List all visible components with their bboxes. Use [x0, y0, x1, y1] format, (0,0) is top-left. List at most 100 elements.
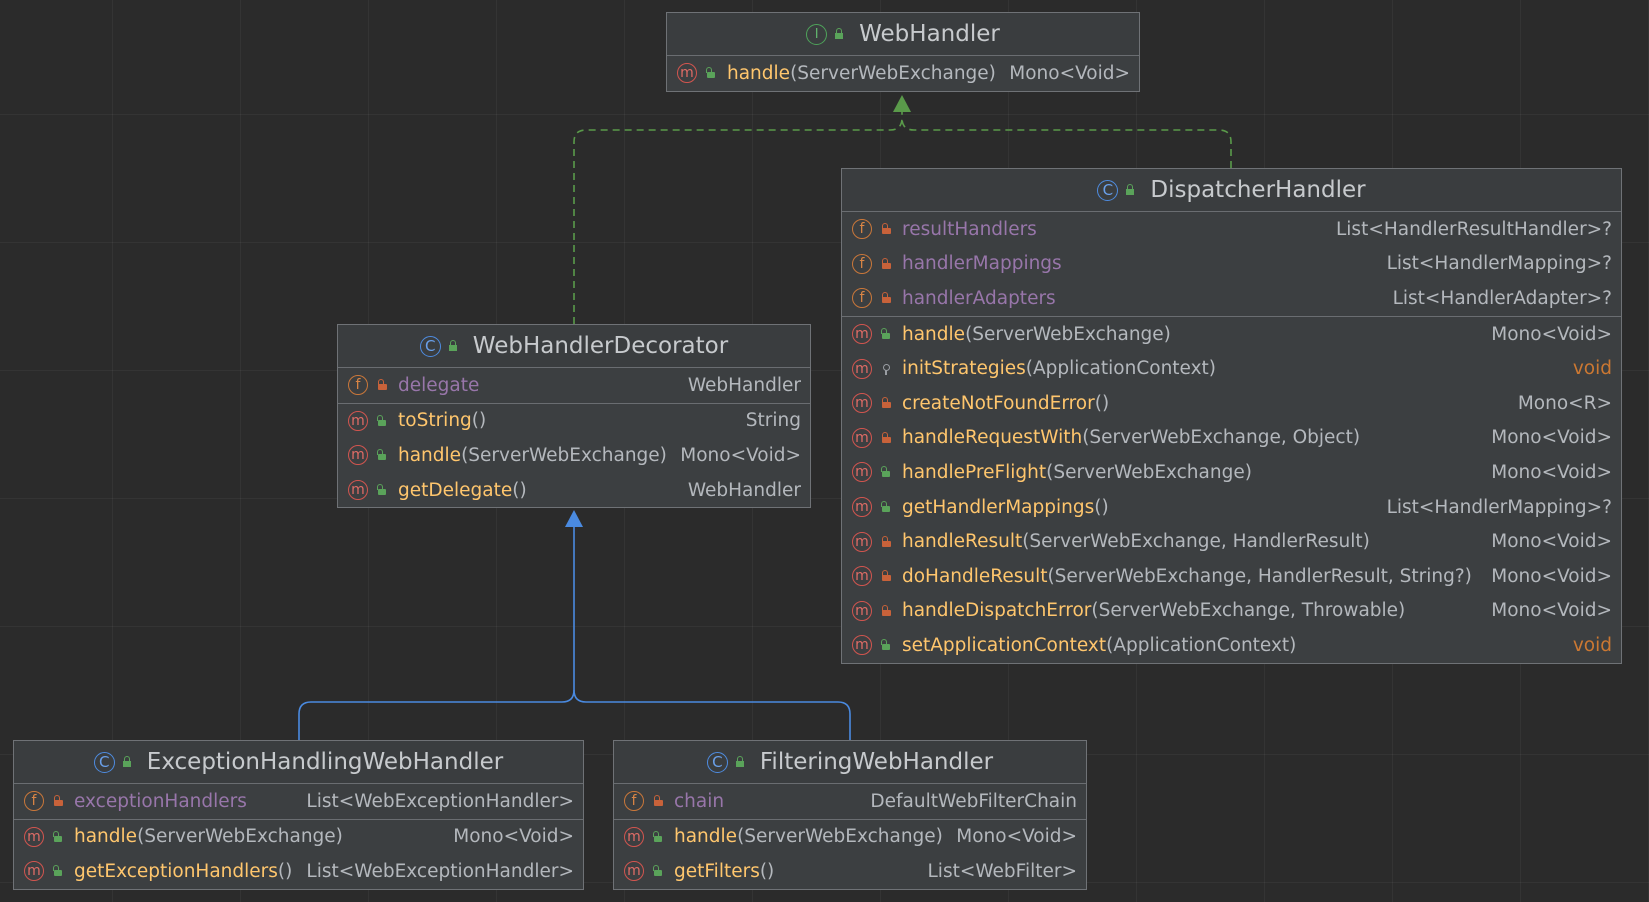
method-icon: m — [852, 600, 872, 621]
member-row[interactable]: m initStrategies (ApplicationContext) vo… — [842, 351, 1621, 386]
public-icon — [880, 501, 892, 513]
class-icon: C — [706, 751, 728, 773]
field-name: delegate — [398, 374, 480, 396]
method-params: () — [277, 860, 293, 882]
methods-section: m handle (ServerWebExchange) Mono<Void> … — [614, 820, 1086, 889]
method-icon: m — [624, 826, 644, 847]
member-row[interactable]: m getDelegate () WebHandler — [338, 473, 810, 508]
member-type: List<WebExceptionHandler> — [306, 790, 574, 812]
member-type: Mono<Void> — [1009, 62, 1130, 84]
method-name: getFilters — [674, 860, 760, 882]
member-type: Mono<Void> — [680, 444, 801, 466]
member-row[interactable]: m handle (ServerWebExchange) Mono<Void> — [842, 317, 1621, 352]
member-row[interactable]: m getExceptionHandlers () List<WebExcept… — [14, 854, 583, 889]
member-row[interactable]: m doHandleResult (ServerWebExchange, Han… — [842, 559, 1621, 594]
member-row[interactable]: m getFilters () List<WebFilter> — [614, 854, 1086, 889]
node-header: C WebHandlerDecorator — [338, 325, 810, 368]
method-params: (ApplicationContext) — [1025, 358, 1217, 380]
node-title: FilteringWebHandler — [759, 749, 994, 775]
realization-edge-dispatcher-webhandler — [901, 117, 1232, 168]
member-type: List<HandlerMapping>? — [1386, 496, 1612, 518]
member-row[interactable]: f delegate WebHandler — [338, 368, 810, 403]
member-row[interactable]: m handleRequestWith (ServerWebExchange, … — [842, 421, 1621, 456]
method-params: () — [471, 410, 487, 432]
member-row[interactable]: m handle (ServerWebExchange) Mono<Void> — [14, 820, 583, 855]
member-row[interactable]: f handlerMappings List<HandlerMapping>? — [842, 247, 1621, 282]
dispatcher-node[interactable]: C DispatcherHandler f resultHandlers Lis… — [841, 168, 1622, 664]
member-type: List<WebExceptionHandler> — [306, 860, 574, 882]
method-name: handle — [902, 323, 966, 345]
method-name: initStrategies — [902, 358, 1026, 380]
public-icon — [705, 67, 717, 79]
member-row[interactable]: f chain DefaultWebFilterChain — [614, 784, 1086, 819]
method-params: () — [759, 860, 775, 882]
field-icon: f — [624, 791, 644, 812]
private-icon — [880, 223, 892, 235]
method-params: (ServerWebExchange) — [461, 444, 667, 466]
private-icon — [880, 431, 892, 444]
method-name: handleDispatchError — [902, 600, 1092, 622]
member-type: Mono<Void> — [1491, 600, 1612, 622]
methods-section: m handle (ServerWebExchange) Mono<Void> … — [842, 317, 1621, 663]
member-type: DefaultWebFilterChain — [870, 790, 1077, 812]
class-icon: C — [1097, 179, 1119, 201]
member-row[interactable]: m handleResult (ServerWebExchange, Handl… — [842, 524, 1621, 559]
method-name: doHandleResult — [902, 565, 1048, 587]
method-params: (ServerWebExchange, Object) — [1082, 427, 1361, 449]
inheritance-arrowhead — [565, 510, 583, 527]
member-type: void — [1572, 634, 1612, 656]
method-params: (ServerWebExchange) — [965, 323, 1171, 345]
method-params: () — [1094, 392, 1110, 414]
private-icon — [652, 795, 664, 807]
method-name: handle — [674, 826, 738, 848]
member-row[interactable]: f resultHandlers List<HandlerResultHandl… — [842, 212, 1621, 247]
field-name: exceptionHandlers — [74, 790, 247, 812]
node-title: WebHandlerDecorator — [472, 333, 729, 359]
fields-section: f exceptionHandlers List<WebExceptionHan… — [14, 784, 583, 820]
exception-node[interactable]: C ExceptionHandlingWebHandler f exceptio… — [13, 740, 584, 890]
member-row[interactable]: m toString () String — [338, 404, 810, 439]
node-header: C DispatcherHandler — [842, 169, 1621, 212]
member-row[interactable]: m handle (ServerWebExchange) Mono<Void> — [614, 820, 1086, 855]
member-row[interactable]: m createNotFoundError () Mono<R> — [842, 386, 1621, 421]
public-icon — [376, 449, 388, 461]
method-name: createNotFoundError — [902, 392, 1095, 414]
member-type: String — [745, 410, 801, 432]
method-icon: m — [852, 393, 872, 414]
method-params: (ServerWebExchange) — [1046, 461, 1252, 483]
member-type: Mono<Void> — [1491, 461, 1612, 483]
member-type: Mono<Void> — [956, 826, 1077, 848]
field-icon: f — [852, 219, 872, 240]
member-type: Mono<Void> — [1491, 531, 1612, 553]
realization-arrowhead — [893, 95, 911, 112]
filtering-node[interactable]: C FilteringWebHandler f chain DefaultWeb… — [613, 740, 1087, 890]
method-name: handle — [74, 826, 138, 848]
field-icon: f — [348, 375, 368, 396]
field-icon: f — [24, 791, 44, 812]
member-row[interactable]: m handlePreFlight (ServerWebExchange) Mo… — [842, 455, 1621, 490]
webhandler-node[interactable]: I WebHandler m handle (ServerWebExchange… — [666, 12, 1140, 92]
member-type: List<HandlerAdapter>? — [1392, 287, 1612, 309]
method-icon: m — [852, 566, 872, 587]
method-params: () — [1094, 496, 1109, 518]
private-icon — [52, 795, 64, 807]
member-type: List<HandlerResultHandler>? — [1335, 218, 1612, 240]
method-name: getExceptionHandlers — [74, 860, 278, 882]
methods-section: m handle (ServerWebExchange) Mono<Void> — [667, 56, 1139, 91]
fields-section: f delegate WebHandler — [338, 368, 810, 404]
method-icon: m — [852, 427, 872, 448]
fields-section: f chain DefaultWebFilterChain — [614, 784, 1086, 820]
member-row[interactable]: f handlerAdapters List<HandlerAdapter>? — [842, 281, 1621, 316]
member-row[interactable]: m handle (ServerWebExchange) Mono<Void> — [338, 438, 810, 473]
member-row[interactable]: f exceptionHandlers List<WebExceptionHan… — [14, 784, 583, 819]
member-row[interactable]: m setApplicationContext (ApplicationCont… — [842, 628, 1621, 663]
public-icon — [880, 328, 892, 340]
public-icon — [880, 466, 892, 478]
member-row[interactable]: m handleDispatchError (ServerWebExchange… — [842, 594, 1621, 629]
method-name: handleRequestWith — [902, 427, 1083, 449]
member-row[interactable]: m handle (ServerWebExchange) Mono<Void> — [667, 56, 1139, 91]
private-icon — [880, 570, 892, 582]
member-row[interactable]: m getHandlerMappings () List<HandlerMapp… — [842, 490, 1621, 525]
method-icon: m — [24, 826, 44, 847]
decorator-node[interactable]: C WebHandlerDecorator f delegate WebHand… — [337, 324, 811, 509]
